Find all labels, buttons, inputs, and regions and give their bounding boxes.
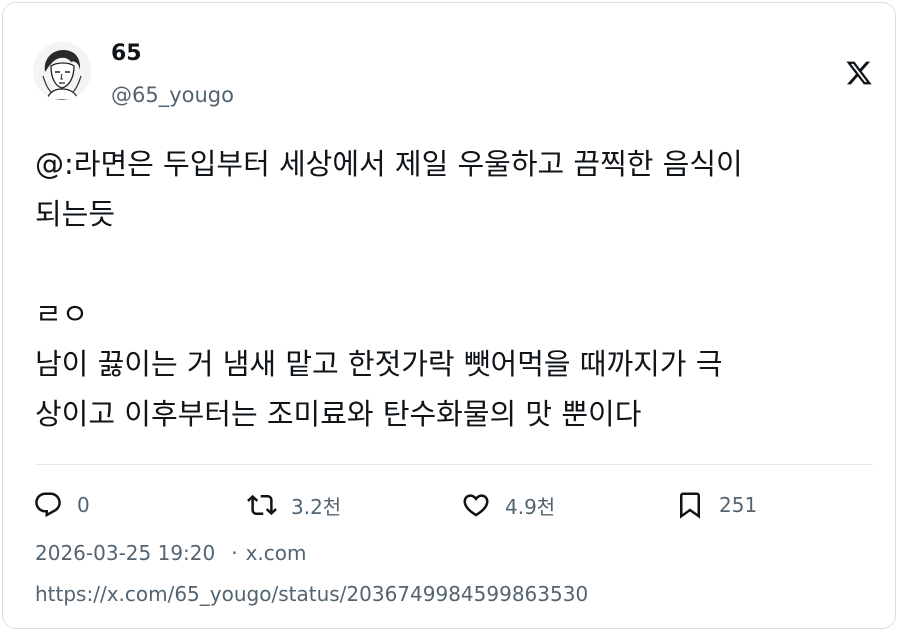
- timestamp[interactable]: 2026-03-25 19:20: [35, 541, 215, 565]
- x-logo-icon[interactable]: [845, 59, 873, 87]
- tweet-text-line: 되는듯: [35, 197, 116, 231]
- divider: [35, 464, 873, 465]
- tweet-text-line: @:라면은 두입부터 세상에서 제일 우울하고 끔찍한 음식이: [35, 147, 743, 181]
- author-handle[interactable]: @65_yougo: [111, 83, 234, 107]
- reply-count: 0: [77, 493, 90, 517]
- tweet-meta: 2026-03-25 19:20 · x.com: [35, 541, 307, 565]
- source-link[interactable]: x.com: [246, 541, 307, 565]
- author-name[interactable]: 65: [111, 41, 142, 66]
- retweet-count: 3.2천: [291, 494, 342, 519]
- bookmark-count: 251: [719, 493, 758, 517]
- tweet-text-line: 남이 끓이는 거 냄새 맡고 한젓가락 뺏어먹을 때까지가 극: [35, 347, 723, 381]
- tweet-card: 65 @65_yougo @:라면은 두입부터 세상에서 제일 우울하고 끔찍한…: [2, 2, 896, 629]
- bookmark-button[interactable]: 251: [675, 485, 757, 525]
- bookmark-icon: [675, 490, 705, 520]
- reply-icon: [33, 490, 63, 520]
- sketch-portrait-avatar-icon: [33, 42, 91, 100]
- retweet-icon: [247, 490, 277, 520]
- avatar[interactable]: [33, 42, 91, 100]
- like-count: 4.9천: [505, 494, 556, 519]
- meta-separator: ·: [231, 541, 238, 565]
- tweet-url-link[interactable]: https://x.com/65_yougo/status/2036749984…: [35, 582, 588, 606]
- retweet-button[interactable]: 3.2천: [247, 485, 341, 525]
- tweet-text: @:라면은 두입부터 세상에서 제일 우울하고 끔찍한 음식이 되는듯 ㄹㅇ 남…: [35, 139, 875, 439]
- heart-icon: [461, 490, 491, 520]
- like-button[interactable]: 4.9천: [461, 485, 555, 525]
- tweet-text-line: ㄹㅇ: [35, 297, 89, 331]
- tweet-text-line: 상이고 이후부터는 조미료와 탄수화물의 맛 뿐이다: [35, 397, 642, 431]
- reply-button[interactable]: 0: [33, 485, 90, 525]
